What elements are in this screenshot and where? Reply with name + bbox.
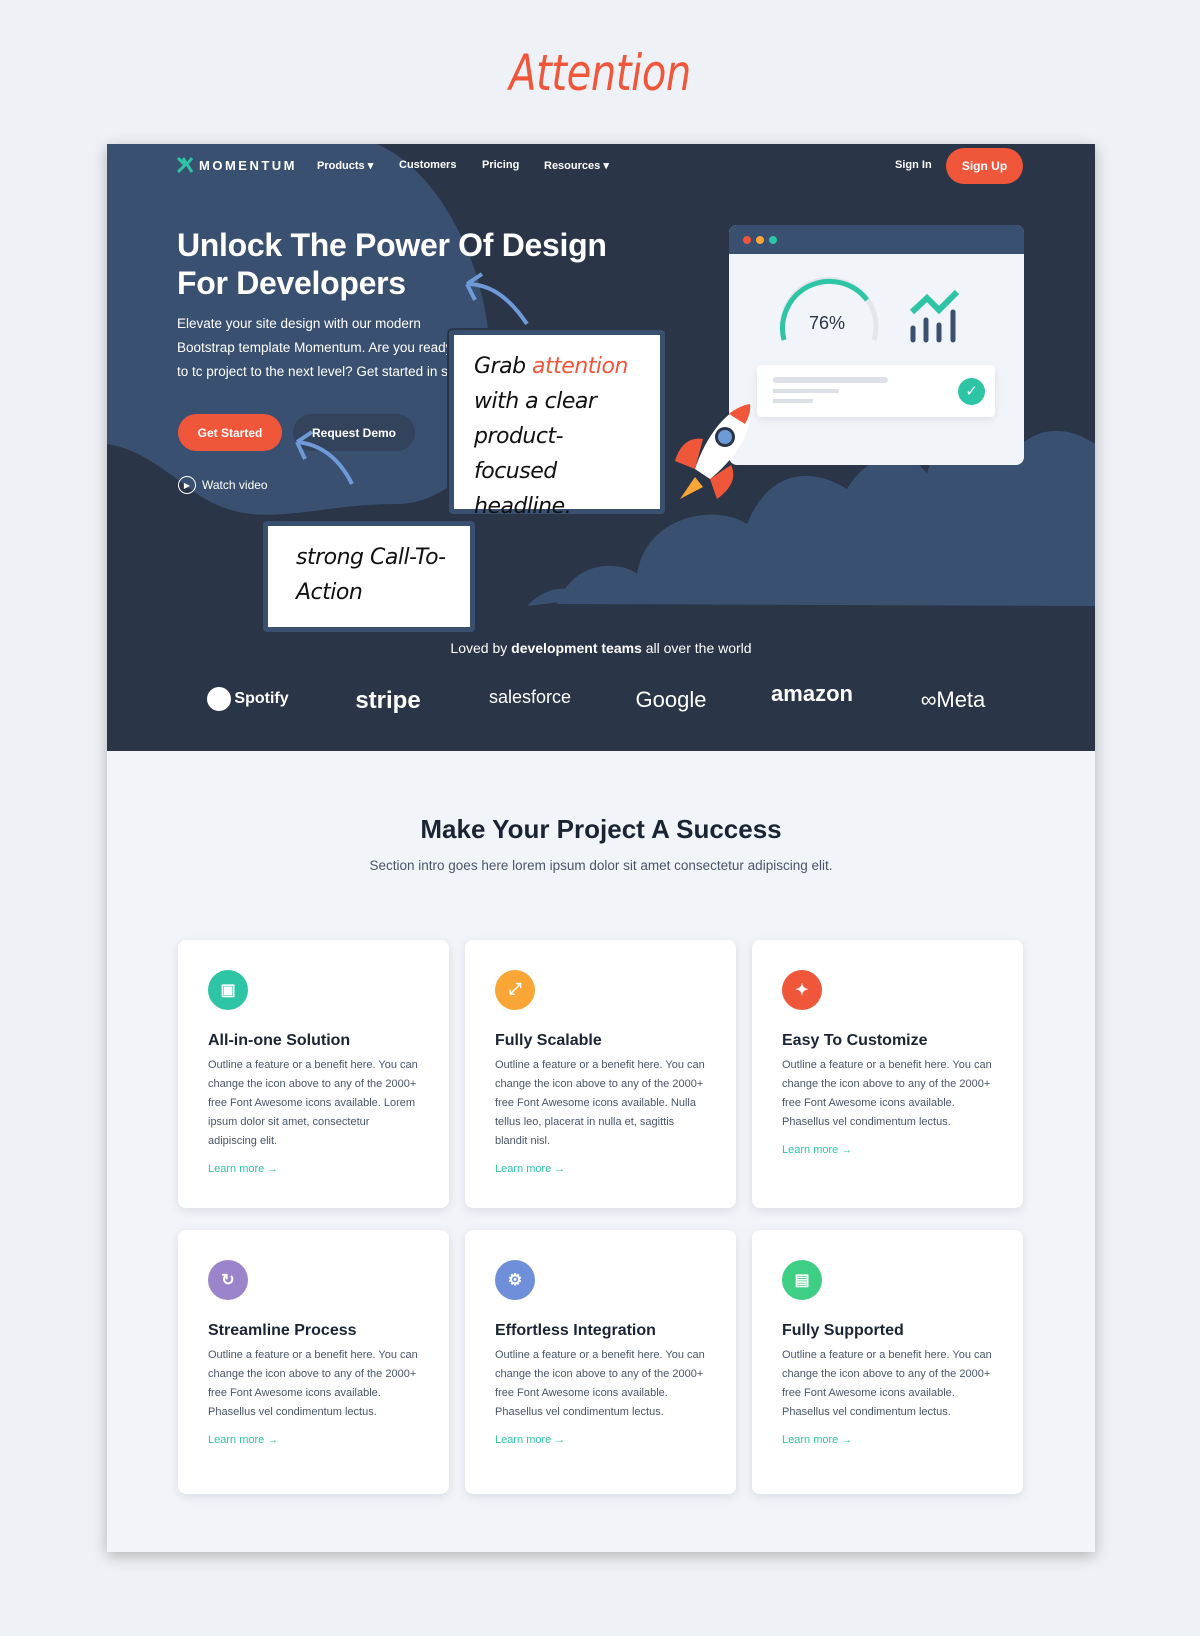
feature-card: ▤ Fully Supported Outline a feature or a…: [752, 1230, 1023, 1494]
feature-body: Outline a feature or a benefit here. You…: [782, 1349, 992, 1418]
book-icon: ▤: [782, 1260, 822, 1300]
task-card: ✓: [757, 365, 995, 417]
window-titlebar: [729, 225, 1024, 254]
spotify-icon: [207, 687, 232, 711]
cta-annotation: strong Call-To-Action: [263, 521, 475, 632]
nav-label: Products: [317, 160, 365, 172]
loved-bold: development teams: [511, 640, 642, 656]
magic-wand-icon: ✦: [782, 970, 822, 1010]
play-icon: ▶: [178, 476, 196, 494]
learn-more-link[interactable]: Learn more →: [782, 1144, 993, 1156]
social-proof-text: Loved by development teams all over the …: [107, 640, 1095, 656]
meta-infinity-icon: ∞: [920, 687, 937, 712]
logo-text: Meta: [936, 687, 986, 712]
loved-post: all over the world: [645, 640, 752, 656]
feature-title: Streamline Process: [208, 1322, 357, 1339]
gauge-value: 76%: [809, 313, 846, 333]
feature-body: Outline a feature or a benefit here. You…: [495, 1059, 705, 1147]
note-text: Grab: [474, 354, 526, 379]
dashboard-illustration: 76% ✓: [729, 225, 1024, 465]
logo-salesforce: salesforce: [488, 687, 572, 707]
rocket-icon: [675, 404, 751, 499]
note-accent: attention: [532, 354, 628, 379]
feature-title: All-in-one Solution: [208, 1032, 351, 1049]
sign-up-button[interactable]: Sign Up: [946, 148, 1023, 184]
watch-video-link[interactable]: ▶ Watch video: [178, 476, 268, 494]
nav-resources[interactable]: Resources ▾: [544, 159, 609, 172]
refresh-icon: ↻: [208, 1260, 248, 1300]
watch-video-label: Watch video: [202, 478, 268, 492]
momentum-logo-icon: [177, 157, 193, 173]
logo-stripe: stripe: [355, 687, 421, 714]
logo-google: Google: [635, 687, 707, 712]
feature-body: Outline a feature or a benefit here. You…: [208, 1059, 418, 1147]
feature-card: ✦ Easy To Customize Outline a feature or…: [752, 940, 1023, 1208]
section-title: Make Your Project A Success: [420, 814, 782, 844]
sign-in-link[interactable]: Sign In: [895, 159, 932, 171]
nav-pricing[interactable]: Pricing: [482, 159, 519, 171]
logo-spotify: Spotify: [178, 687, 318, 711]
arrow-icon: [465, 272, 529, 326]
check-icon: ✓: [958, 378, 985, 405]
get-started-button[interactable]: Get Started: [178, 414, 282, 451]
nav-products[interactable]: Products ▾: [317, 159, 373, 172]
feature-title: Effortless Integration: [495, 1322, 656, 1339]
nav-label: Resources: [544, 160, 601, 172]
learn-more-link[interactable]: Learn more →: [495, 1163, 706, 1175]
section-intro: Section intro goes here lorem ipsum dolo…: [369, 858, 833, 873]
nav-customers[interactable]: Customers: [399, 159, 456, 171]
logo-meta: ∞Meta: [883, 687, 1023, 713]
feature-body: Outline a feature or a benefit here. You…: [495, 1349, 705, 1418]
logo-amazon: amazon: [771, 681, 853, 706]
arrow-icon: [295, 430, 354, 485]
feature-card: ▣ All-in-one Solution Outline a feature …: [178, 940, 449, 1208]
feature-title: Easy To Customize: [782, 1032, 928, 1049]
feature-card: ⚙ Effortless Integration Outline a featu…: [465, 1230, 736, 1494]
brand-logo[interactable]: MOMENTUM: [177, 157, 297, 173]
page-heading: Attention: [509, 44, 691, 102]
brand-name: MOMENTUM: [199, 157, 297, 173]
learn-more-link[interactable]: Learn more →: [208, 1163, 419, 1175]
learn-more-link[interactable]: Learn more →: [782, 1434, 993, 1446]
cogs-icon: ⚙: [495, 1260, 535, 1300]
logo-text: Spotify: [234, 690, 289, 708]
feature-body: Outline a feature or a benefit here. You…: [782, 1059, 992, 1128]
website-preview: MOMENTUM Products ▾ Customers Pricing Re…: [107, 144, 1095, 1552]
feature-title: Fully Supported: [782, 1322, 904, 1339]
headline-annotation: Grab attention with a clear product-focu…: [449, 330, 665, 519]
box-icon: ▣: [208, 970, 248, 1010]
note-text: with a clear product-focused headline.: [474, 389, 597, 519]
loved-pre: Loved by: [450, 640, 508, 656]
hero-section: MOMENTUM Products ▾ Customers Pricing Re…: [107, 144, 1095, 751]
feature-body: Outline a feature or a benefit here. You…: [208, 1349, 418, 1418]
learn-more-link[interactable]: Learn more →: [208, 1434, 419, 1446]
learn-more-link[interactable]: Learn more →: [495, 1434, 706, 1446]
feature-card: ⤢ Fully Scalable Outline a feature or a …: [465, 940, 736, 1208]
feature-title: Fully Scalable: [495, 1032, 602, 1049]
feature-card: ↻ Streamline Process Outline a feature o…: [178, 1230, 449, 1494]
gauge-and-chart: [779, 277, 960, 343]
expand-icon: ⤢: [495, 970, 535, 1010]
